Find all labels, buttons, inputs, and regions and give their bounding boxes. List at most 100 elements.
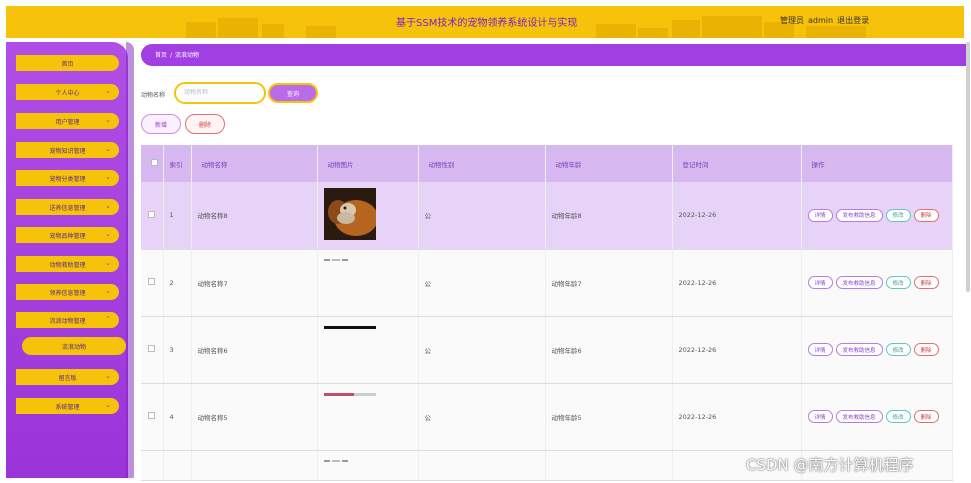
sidebar-item-label: 动物救助管理 <box>49 261 86 269</box>
row-image-cell <box>317 182 419 250</box>
select-all-checkbox[interactable] <box>151 159 158 166</box>
detail-button[interactable]: 详情 <box>807 410 833 423</box>
edit-button[interactable]: 修改 <box>885 410 911 423</box>
row-index: 4 <box>163 383 192 451</box>
page-scrollbar[interactable] <box>966 42 970 292</box>
chevron-up-icon: ⌃ <box>105 315 111 323</box>
row-name-empty <box>191 450 318 481</box>
delete-button[interactable]: 删除 <box>913 208 939 222</box>
sidebar-item-stray-animals[interactable]: 流浪动物管理 ⌃ <box>16 312 119 328</box>
row-gender: 公 <box>418 249 546 317</box>
system-title: 基于SSM技术的宠物领养系统设计与实现 <box>396 18 578 29</box>
row-age-empty <box>545 450 673 481</box>
row-select-cell <box>141 383 164 451</box>
sidebar-item-label: 首页 <box>61 60 74 68</box>
sidebar-item-system-management[interactable]: 系统管理 ⌄ <box>16 398 119 414</box>
row-name: 动物名称6 <box>191 316 318 384</box>
sidebar-item-label: 宠物分类管理 <box>49 175 86 183</box>
row-select-cell <box>141 316 164 384</box>
header-image: 动物图片 <box>317 145 419 182</box>
header-name: 动物名称 <box>191 145 318 182</box>
sidebar-item-adoption-out[interactable]: 送养信息管理 ⌄ <box>16 199 119 215</box>
row-age: 动物年龄8 <box>545 182 673 250</box>
header-age: 动物年龄 <box>545 145 673 182</box>
row-checkbox[interactable] <box>148 210 155 218</box>
sidebar: 首页 个人中心 ⌄ 用户管理 ⌄ 宠物知识管理 ⌄ 宠物分类管理 ⌄ 送养信息管理 ⌄ 宠… <box>6 42 134 478</box>
row-image-cell <box>317 383 419 451</box>
sidebar-item-adoption-info[interactable]: 领养信息管理 ⌄ <box>16 284 119 300</box>
detail-button[interactable]: 详情 <box>807 208 833 222</box>
row-date: 2022-12-26 <box>672 249 802 317</box>
table-row[interactable]: 2 动物名称7 公 动物年龄7 2022-12-26 详情 发布救助信息 修改 … <box>141 249 953 317</box>
breadcrumb: 首页 / 流浪动物 <box>155 50 199 59</box>
table-row[interactable]: 3 动物名称6 公 动物年龄6 2022-12-26 详情 发布救助信息 修改 … <box>141 316 953 384</box>
delete-button[interactable]: 删除 <box>913 343 939 356</box>
sidebar-item-label: 流浪动物管理 <box>49 317 86 325</box>
top-bar: 基于SSM技术的宠物领养系统设计与实现 管理员 admin 退出登录 <box>0 0 971 40</box>
search-label: 动物名称 <box>141 92 166 99</box>
animal-photo-placeholder <box>323 325 376 329</box>
row-checkbox[interactable] <box>148 278 155 285</box>
stray-animal-table: 索引 动物名称 动物图片 动物性别 动物年龄 登记时间 操作 1 动物名称8 公… <box>141 145 953 481</box>
edit-button[interactable]: 修改 <box>885 208 911 222</box>
breadcrumb-current: 流浪动物 <box>175 52 200 59</box>
delete-button[interactable]: 删除 <box>913 410 939 423</box>
sidebar-item-label: 领养信息管理 <box>49 289 86 297</box>
publish-rescue-button[interactable]: 发布救助信息 <box>835 343 883 356</box>
animal-photo-placeholder <box>323 459 348 462</box>
sidebar-item-pet-breed[interactable]: 宠物品种管理 ⌄ <box>16 227 119 243</box>
row-index: 1 <box>163 182 192 250</box>
row-name: 动物名称7 <box>191 249 318 317</box>
sidebar-item-animal-rescue[interactable]: 动物救助管理 ⌄ <box>16 256 119 272</box>
chevron-down-icon: ⌄ <box>105 287 111 295</box>
publish-rescue-button[interactable]: 发布救助信息 <box>835 276 883 289</box>
detail-button[interactable]: 详情 <box>807 276 833 289</box>
header-gender: 动物性别 <box>418 145 546 182</box>
row-age: 动物年龄6 <box>545 316 673 384</box>
sidebar-subitem-stray-animal[interactable]: 流浪动物 <box>22 337 126 355</box>
sidebar-item-label: 个人中心 <box>55 89 80 97</box>
row-image-cell <box>317 249 419 317</box>
sidebar-item-pet-category[interactable]: 宠物分类管理 ⌄ <box>16 170 119 186</box>
role-label: 管理员 <box>780 16 804 25</box>
publish-rescue-button[interactable]: 发布救助信息 <box>835 410 883 423</box>
edit-button[interactable]: 修改 <box>885 343 911 356</box>
search-button[interactable]: 查询 <box>268 83 318 103</box>
sidebar-item-personal-center[interactable]: 个人中心 ⌄ <box>16 84 119 100</box>
publish-rescue-button[interactable]: 发布救助信息 <box>835 208 883 222</box>
sidebar-item-label: 送养信息管理 <box>49 204 86 212</box>
delete-button[interactable]: 删除 <box>913 276 939 289</box>
row-select-cell <box>141 450 164 481</box>
sidebar-subitem-label: 流浪动物 <box>61 343 86 351</box>
chevron-down-icon: ⌄ <box>105 116 111 124</box>
sidebar-item-label: 系统管理 <box>55 403 80 411</box>
row-select-cell <box>141 249 164 317</box>
table-row[interactable]: 1 动物名称8 公 动物年龄8 2022-12-26 详情 发布救助信息 修改 … <box>141 182 953 250</box>
row-checkbox[interactable] <box>148 412 155 419</box>
row-ops-cell: 详情 发布救助信息 修改 删除 <box>801 182 953 250</box>
edit-button[interactable]: 修改 <box>885 276 911 289</box>
chevron-down-icon: ⌄ <box>105 145 111 153</box>
sidebar-item-message-board[interactable]: 留言板 ⌄ <box>16 369 119 385</box>
row-index-empty <box>163 450 192 481</box>
sidebar-item-user-management[interactable]: 用户管理 ⌄ <box>16 113 119 129</box>
sidebar-item-pet-knowledge[interactable]: 宠物知识管理 ⌄ <box>16 142 119 158</box>
batch-delete-button[interactable]: 删除 <box>185 114 225 134</box>
chevron-down-icon: ⌄ <box>105 173 111 181</box>
chevron-down-icon: ⌄ <box>105 230 111 238</box>
animal-name-search-input[interactable] <box>174 82 266 104</box>
row-checkbox[interactable] <box>148 345 155 352</box>
detail-button[interactable]: 详情 <box>807 343 833 356</box>
sidebar-item-label: 用户管理 <box>55 118 80 126</box>
row-select-cell <box>141 182 164 250</box>
logout-link[interactable]: 退出登录 <box>837 16 869 25</box>
chevron-down-icon: ⌄ <box>105 372 111 380</box>
breadcrumb-home[interactable]: 首页 <box>155 52 167 59</box>
add-button[interactable]: 新增 <box>141 114 181 134</box>
chevron-down-icon: ⌄ <box>105 401 111 409</box>
animal-photo-placeholder <box>323 392 376 396</box>
sidebar-item-home[interactable]: 首页 <box>16 55 119 71</box>
table-row[interactable]: 4 动物名称5 公 动物年龄5 2022-12-26 详情 发布救助信息 修改 … <box>141 383 953 451</box>
row-age: 动物年龄7 <box>545 249 673 317</box>
row-ops-cell: 详情 发布救助信息 修改 删除 <box>801 316 953 384</box>
